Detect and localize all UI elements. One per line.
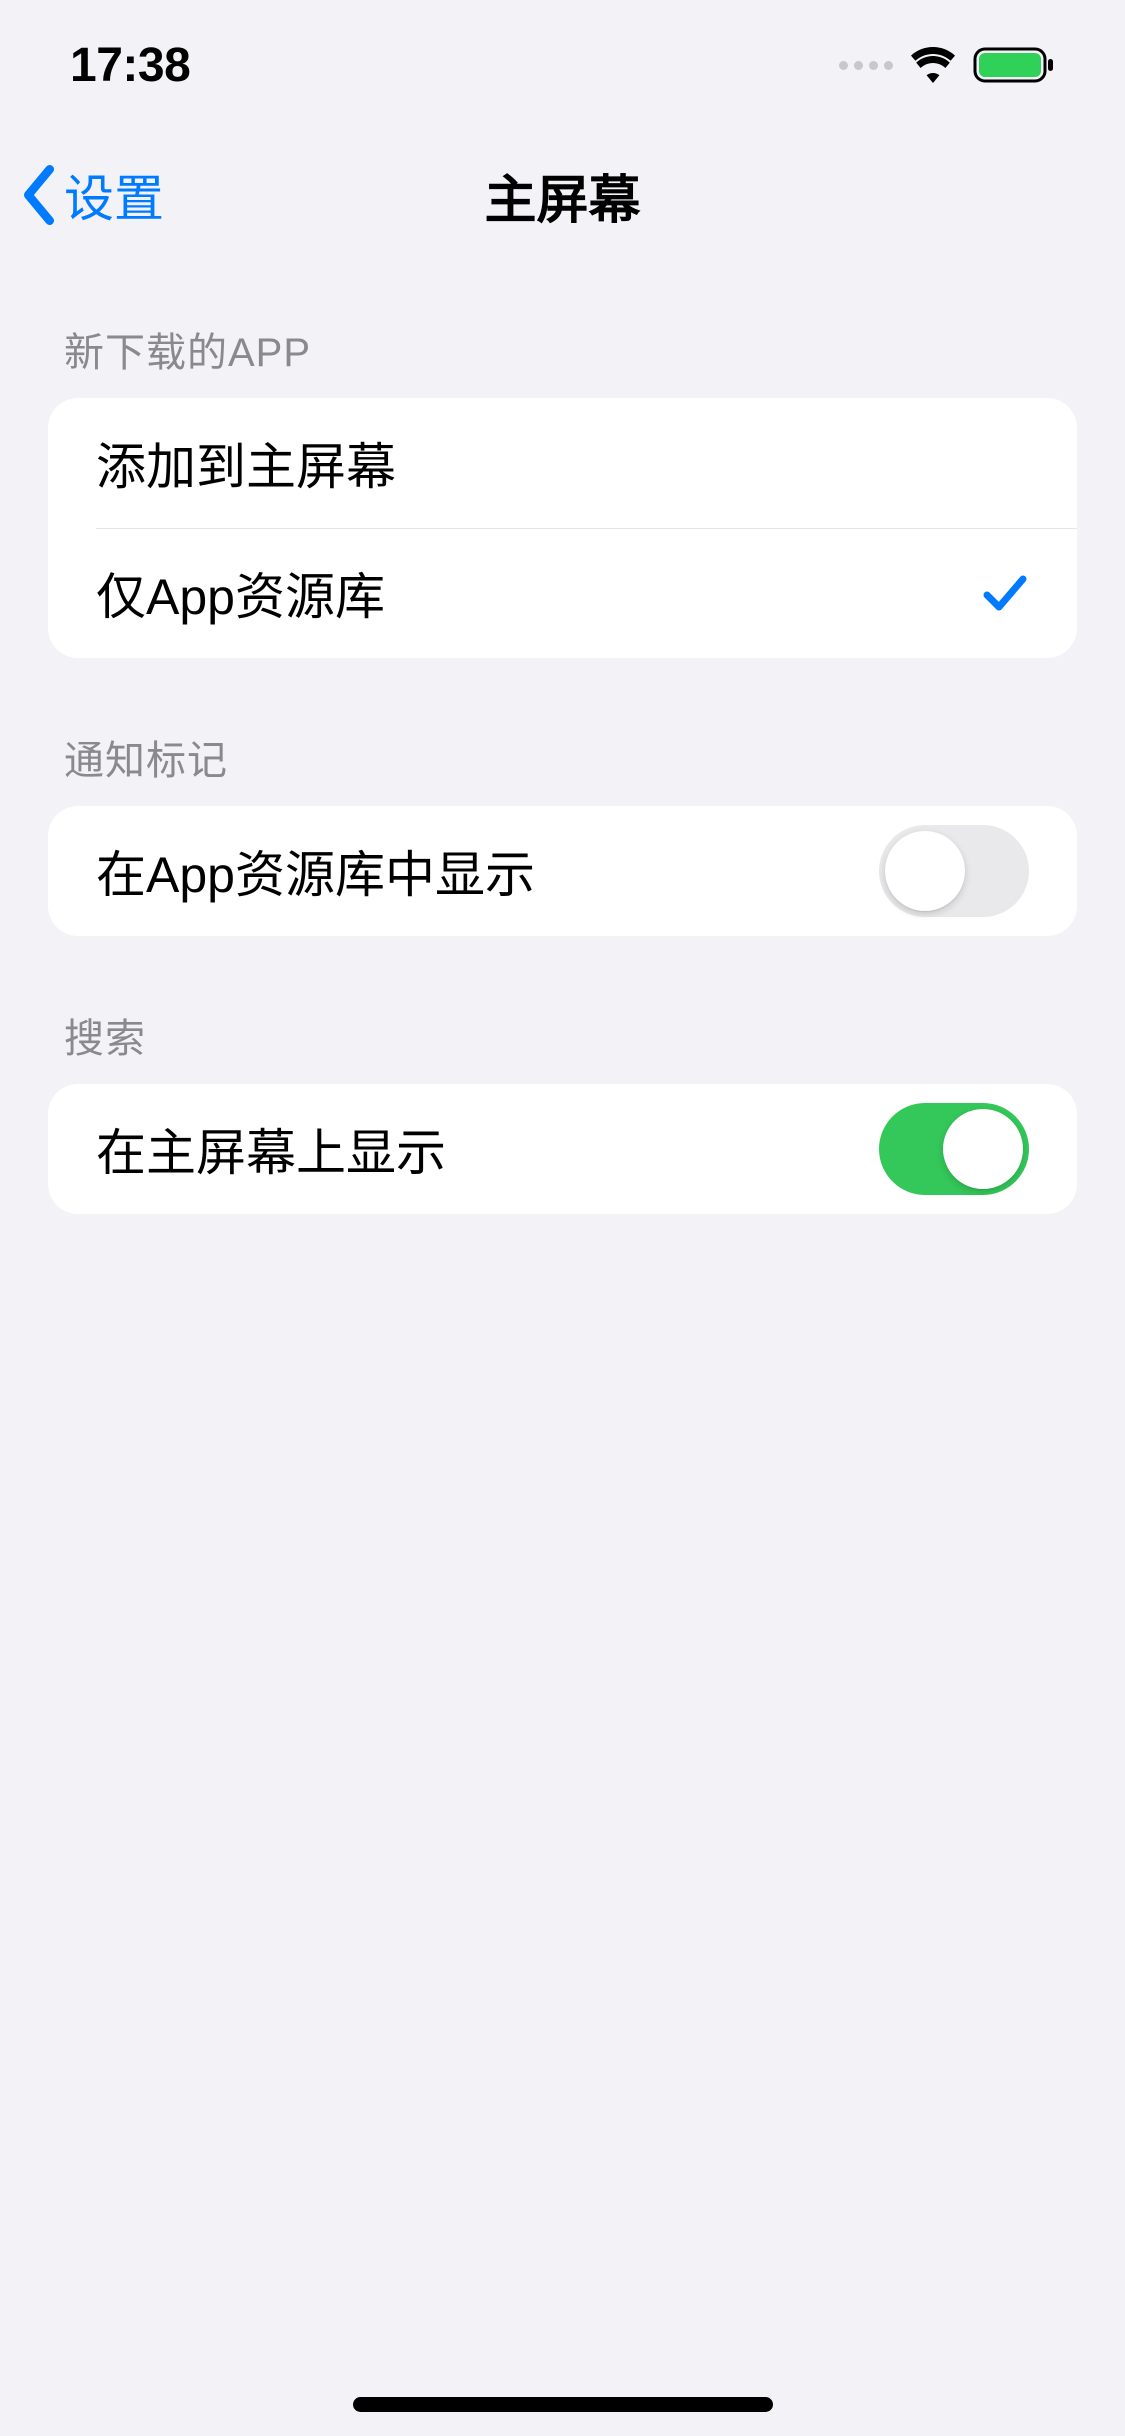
home-indicator[interactable] (353, 2397, 773, 2412)
section-header: 通知标记 (48, 728, 1077, 806)
section-search: 搜索 在主屏幕上显示 (48, 1006, 1077, 1214)
wifi-icon (909, 47, 957, 83)
toggle-switch[interactable] (879, 825, 1029, 917)
page-title: 主屏幕 (484, 158, 640, 233)
toggle-switch[interactable] (879, 1103, 1029, 1195)
section-header: 搜索 (48, 1006, 1077, 1084)
row-label: 在App资源库中显示 (96, 835, 535, 907)
nav-bar: 设置 主屏幕 (0, 130, 1125, 260)
checkmark-icon (981, 569, 1029, 617)
battery-icon (973, 45, 1055, 85)
back-label: 设置 (64, 159, 164, 231)
section-new-downloads: 新下载的APP 添加到主屏幕 仅App资源库 (48, 320, 1077, 658)
chevron-left-icon (20, 165, 58, 225)
row-label: 添加到主屏幕 (96, 427, 396, 499)
toggle-knob (943, 1109, 1023, 1189)
section-group: 在App资源库中显示 (48, 806, 1077, 936)
section-notification-badges: 通知标记 在App资源库中显示 (48, 728, 1077, 936)
section-group: 在主屏幕上显示 (48, 1084, 1077, 1214)
status-time: 17:38 (70, 38, 190, 93)
cellular-signal-icon (839, 61, 893, 70)
status-bar: 17:38 (0, 0, 1125, 130)
toggle-show-in-app-library: 在App资源库中显示 (48, 806, 1077, 936)
row-label: 仅App资源库 (96, 557, 385, 629)
option-app-library-only[interactable]: 仅App资源库 (48, 528, 1077, 658)
toggle-show-on-home: 在主屏幕上显示 (48, 1084, 1077, 1214)
back-button[interactable]: 设置 (20, 159, 164, 231)
row-label: 在主屏幕上显示 (96, 1113, 446, 1185)
content-area: 新下载的APP 添加到主屏幕 仅App资源库 通知标记 在App资源库中显示 (0, 320, 1125, 1214)
status-indicators (839, 45, 1055, 85)
toggle-knob (885, 831, 965, 911)
section-group: 添加到主屏幕 仅App资源库 (48, 398, 1077, 658)
option-add-to-home[interactable]: 添加到主屏幕 (48, 398, 1077, 528)
section-header: 新下载的APP (48, 320, 1077, 398)
